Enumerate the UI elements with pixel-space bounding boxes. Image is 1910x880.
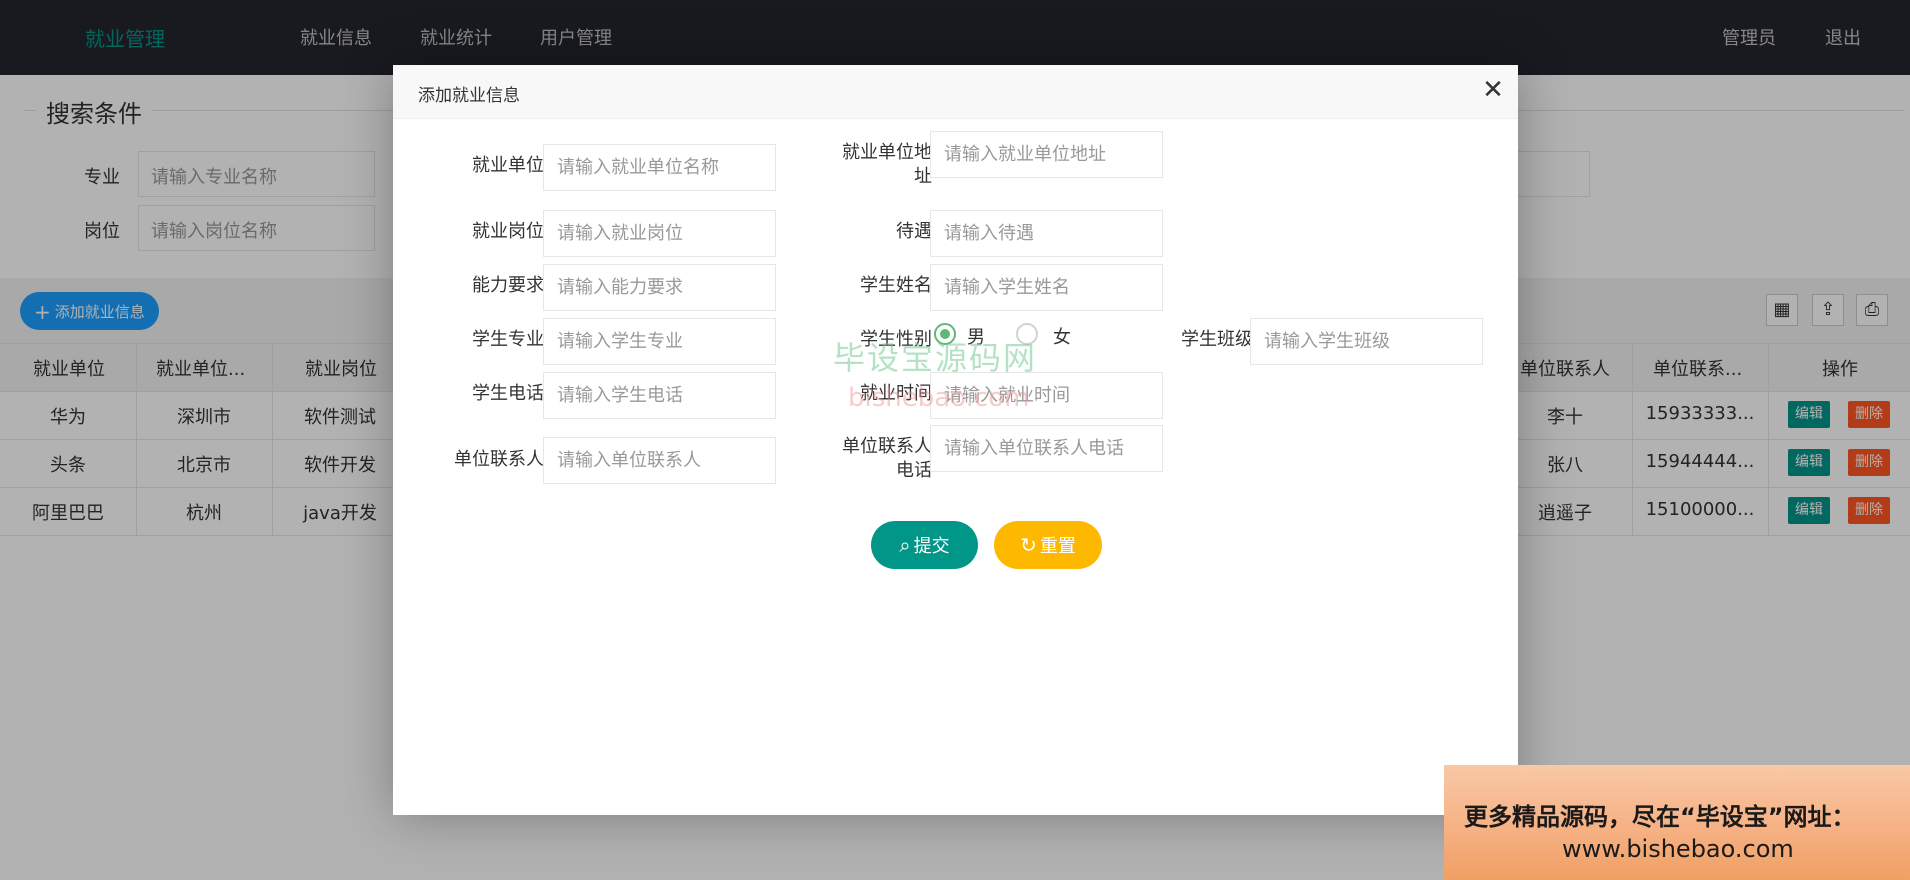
major-label: 学生专业 [472,329,544,350]
submit-label: 提交 [913,536,950,557]
dialog-title: 添加就业信息 [418,86,520,106]
student-name-label: 学生姓名 [860,275,932,296]
address-input[interactable]: 请输入就业单位地址 [930,131,1163,178]
contact-phone-input[interactable]: 请输入单位联系人电话 [930,425,1163,472]
company-input[interactable]: 请输入就业单位名称 [543,144,776,191]
promo-line-2: www.bishebao.com [1562,835,1794,863]
class-input[interactable]: 请输入学生班级 [1250,318,1483,365]
contact-phone-label-line2: 电话 [896,460,932,481]
watermark-text: 毕设宝源码网 [833,339,1038,377]
submit-button[interactable]: ⌕ 提交 [871,521,978,569]
reset-button[interactable]: ↻ 重置 [994,521,1102,569]
dialog-header: 添加就业信息 ✕ [393,65,1518,119]
phone-input[interactable]: 请输入学生电话 [543,372,776,419]
contact-phone-label-line1: 单位联系人 [842,436,932,457]
close-icon[interactable]: ✕ [1478,75,1508,105]
salary-label: 待遇 [896,221,932,242]
position-input[interactable]: 请输入就业岗位 [543,210,776,257]
address-label-line1: 就业单位地 [842,142,932,163]
salary-input[interactable]: 请输入待遇 [930,210,1163,257]
promo-line-1: 更多精品源码，尽在“毕设宝”网址： [1464,803,1856,831]
refresh-icon: ↻ [1020,533,1037,557]
address-label: 就业单位地 址 [812,141,932,189]
student-name-input[interactable]: 请输入学生姓名 [930,264,1163,311]
contact-input[interactable]: 请输入单位联系人 [543,437,776,484]
reset-label: 重置 [1039,536,1076,557]
company-label: 就业单位 [472,155,544,176]
watermark-url: bishebao.com [848,383,1030,413]
search-icon: ⌕ [899,533,911,557]
contact-label: 单位联系人 [454,449,544,470]
address-label-line2: 址 [914,166,932,187]
ability-label: 能力要求 [472,275,544,296]
position-label: 就业岗位 [472,221,544,242]
phone-label: 学生电话 [472,383,544,404]
major-input[interactable]: 请输入学生专业 [543,318,776,365]
ability-input[interactable]: 请输入能力要求 [543,264,776,311]
promo-banner[interactable]: 更多精品源码，尽在“毕设宝”网址： www.bishebao.com [1444,765,1910,880]
add-employment-dialog: 添加就业信息 ✕ 就业单位 请输入就业单位名称 就业单位地 址 请输入就业单位地… [393,65,1518,815]
class-label: 学生班级 [1181,329,1253,350]
gender-female-text[interactable]: 女 [1053,323,1071,349]
contact-phone-label: 单位联系人 电话 [812,435,932,483]
